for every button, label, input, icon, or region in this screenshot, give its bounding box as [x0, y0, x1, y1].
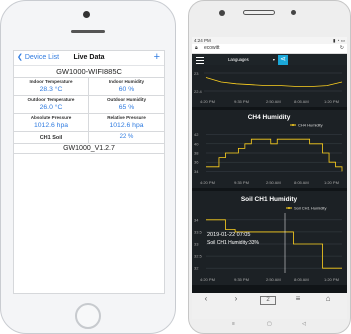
home-button[interactable]: [75, 303, 101, 329]
front-camera: [83, 11, 90, 18]
browser-nav-bar: ‹ › 2 ≡ ⌂: [192, 293, 347, 319]
readings-grid: Indoor Temperature 28.3 °C Indoor Humidi…: [14, 78, 164, 144]
status-icons: ▮ ◔ ▭: [333, 38, 345, 43]
iphone-screen: ❮ Device List Live Data + GW1000-WIFI885…: [13, 50, 165, 294]
lock-icon: 🔒︎: [195, 45, 198, 51]
reading-ch1-soil-value: 22 %: [89, 132, 164, 144]
x-tick-label: 9:35 PM: [234, 99, 249, 104]
x-tick-label: 9:35 PM: [234, 277, 249, 282]
x-tick-label: 2:50 AM: [266, 180, 281, 185]
y-tick-label: 36: [194, 160, 199, 165]
y-tick-label: 22.4: [194, 89, 203, 94]
reading-absolute-pressure: Absolute Pressure 1012.6 hpa: [14, 114, 89, 132]
device-name: GW1000-WIFI885C: [14, 66, 164, 78]
browser-url-bar[interactable]: 🔒︎ ecowitt ↻: [192, 44, 347, 54]
chart-svg-top: 23 22.4 4:20 PM 9:35 PM 2:50 AM 8:05 AM …: [194, 71, 343, 104]
legend-marker: [288, 207, 290, 209]
x-tick-label: 1:20 PM: [324, 277, 339, 282]
reading-value: 1012.6 hpa: [109, 122, 144, 129]
reading-value: 60 %: [118, 86, 135, 93]
url-text: ecowitt: [204, 45, 220, 51]
home-icon[interactable]: ⌂: [322, 294, 334, 303]
y-tick-label: 38: [194, 151, 199, 156]
x-tick-label: 2:50 AM: [266, 277, 281, 282]
recent-apps-icon[interactable]: ≡: [232, 321, 235, 327]
chart-title: CH4 Humidity: [248, 114, 291, 121]
add-device-button[interactable]: +: [154, 51, 160, 64]
chart-svg-soil: Soil CH1 Humidity Soil CH1 Humidity 32 32…: [194, 196, 342, 282]
y-tick-label: 42: [194, 132, 199, 137]
reading-relative-pressure: Relative Pressure 1012.6 hpa: [89, 114, 164, 132]
tooltip-text: Soil CH1 Humidity:33%: [207, 240, 260, 246]
x-tick-label: 4:20 PM: [200, 180, 215, 185]
forward-icon[interactable]: ›: [230, 294, 242, 303]
y-tick-label: 23: [194, 71, 199, 76]
earpiece-speaker: [243, 10, 275, 15]
chart-panel-ch4-humidity: CH4 Humidity CH4 Humidity 34 36 38 40 42 4:2…: [192, 110, 347, 188]
reading-outdoor-humidity: Outdoor Humidity 65 %: [89, 96, 164, 114]
iphone-device: ❮ Device List Live Data + GW1000-WIFI885…: [0, 0, 176, 334]
reading-label: CH1 Soil: [39, 134, 63, 141]
x-tick-label: 9:35 PM: [234, 180, 249, 185]
android-device: 4:24 PM ▮ ◔ ▭ 🔒︎ ecowitt ↻ Languages ▾ ⋖: [188, 0, 351, 334]
refresh-icon[interactable]: ↻: [340, 44, 344, 53]
caret-down-icon: ▾: [272, 57, 275, 62]
home-soft-key-icon[interactable]: ▢: [267, 321, 272, 327]
reading-value: 65 %: [118, 104, 135, 111]
y-tick-label: 40: [194, 141, 199, 146]
x-tick-label: 1:20 PM: [324, 180, 339, 185]
chart-panel-soil-ch1: Soil CH1 Humidity Soil CH1 Humidity 32 32…: [192, 191, 347, 285]
x-tick-label: 1:20 PM: [324, 99, 339, 104]
chart-panel-top: 23 22.4 4:20 PM 9:35 PM 2:50 AM 8:05 AM …: [192, 65, 347, 107]
android-soft-keys: ≡ ▢ ◁: [192, 319, 347, 331]
earpiece-speaker: [71, 30, 105, 33]
reading-indoor-humidity: Indoor Humidity 60 %: [89, 78, 164, 96]
back-soft-key-icon[interactable]: ◁: [302, 321, 306, 327]
reading-outdoor-temperature: Outdoor Temperature 26.0 °C: [14, 96, 89, 114]
reading-value: 28.3 °C: [39, 86, 63, 93]
status-bar: 4:24 PM ▮ ◔ ▭: [192, 37, 347, 44]
chart-title: Soil CH1 Humidity: [241, 196, 298, 203]
tabs-icon[interactable]: 2: [260, 296, 276, 305]
y-tick-label: 33.5: [194, 229, 203, 234]
x-tick-label: 8:05 AM: [294, 180, 309, 185]
y-tick-label: 32.5: [194, 254, 203, 259]
menu-icon[interactable]: ≡: [292, 294, 304, 303]
tooltip-time: 2019-01-22 07:05: [207, 232, 250, 238]
y-tick-label: 34: [194, 217, 199, 222]
y-tick-label: 32: [194, 266, 199, 271]
reading-value: 1012.6 hpa: [33, 122, 69, 129]
share-icon[interactable]: ⋖: [278, 55, 288, 65]
language-select[interactable]: Languages ▾: [228, 56, 276, 64]
legend-label: Soil CH1 Humidity: [294, 206, 326, 211]
x-tick-label: 8:05 AM: [294, 99, 309, 104]
chart-svg-ch4: CH4 Humidity CH4 Humidity 34 36 38 40 42 4:2…: [194, 114, 343, 185]
status-time: 4:24 PM: [194, 38, 211, 43]
front-camera: [219, 10, 225, 16]
language-select-value: Languages: [228, 57, 249, 62]
sensor-dot: [291, 10, 296, 15]
x-tick-label: 4:20 PM: [200, 99, 215, 104]
reading-value: 22 %: [119, 134, 134, 140]
reading-indoor-temperature: Indoor Temperature 28.3 °C: [14, 78, 89, 96]
x-tick-label: 4:20 PM: [200, 277, 215, 282]
page-title: Live Data: [73, 54, 105, 61]
series-line: [205, 77, 343, 87]
y-tick-label: 34: [194, 169, 199, 174]
y-tick-label: 33: [194, 242, 199, 247]
x-tick-label: 8:05 AM: [294, 277, 309, 282]
firmware-version: GW1000_V1.2.7: [14, 144, 164, 154]
nav-bar: ❮ Device List Live Data +: [14, 51, 164, 66]
legend-marker: [292, 124, 294, 126]
legend-label: CH4 Humidity: [298, 123, 323, 128]
android-screen: 4:24 PM ▮ ◔ ▭ 🔒︎ ecowitt ↻ Languages ▾ ⋖: [192, 37, 347, 293]
reading-ch1-soil: CH1 Soil: [14, 132, 89, 144]
x-tick-label: 2:50 AM: [266, 99, 281, 104]
back-icon[interactable]: ‹: [200, 294, 212, 303]
reading-value: 26.0 °C: [39, 104, 63, 111]
